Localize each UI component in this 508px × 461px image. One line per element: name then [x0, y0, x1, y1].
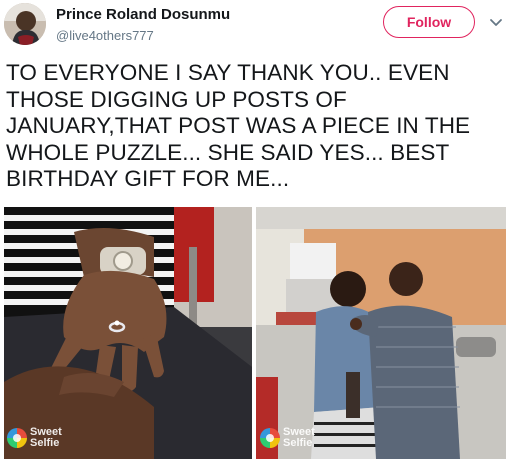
watermark-text: Sweet Selfie: [30, 426, 62, 449]
ring-photo[interactable]: Sweet Selfie: [4, 207, 252, 459]
watermark: Sweet Selfie: [260, 427, 319, 449]
display-name[interactable]: Prince Roland Dosunmu: [56, 6, 230, 23]
follow-button[interactable]: Follow: [383, 6, 475, 38]
chevron-down-icon[interactable]: [488, 14, 504, 30]
couple-photo[interactable]: Sweet Selfie: [256, 207, 506, 459]
watermark-text: Sweet Selfie: [283, 426, 315, 449]
user-handle[interactable]: @live4others777: [56, 28, 154, 43]
avatar[interactable]: [4, 3, 46, 45]
watermark: Sweet Selfie: [7, 427, 66, 449]
sweet-selfie-logo: [7, 428, 27, 448]
sweet-selfie-logo: [260, 428, 280, 448]
tweet-text: TO EVERYONE I SAY THANK YOU.. EVEN THOSE…: [6, 60, 471, 191]
